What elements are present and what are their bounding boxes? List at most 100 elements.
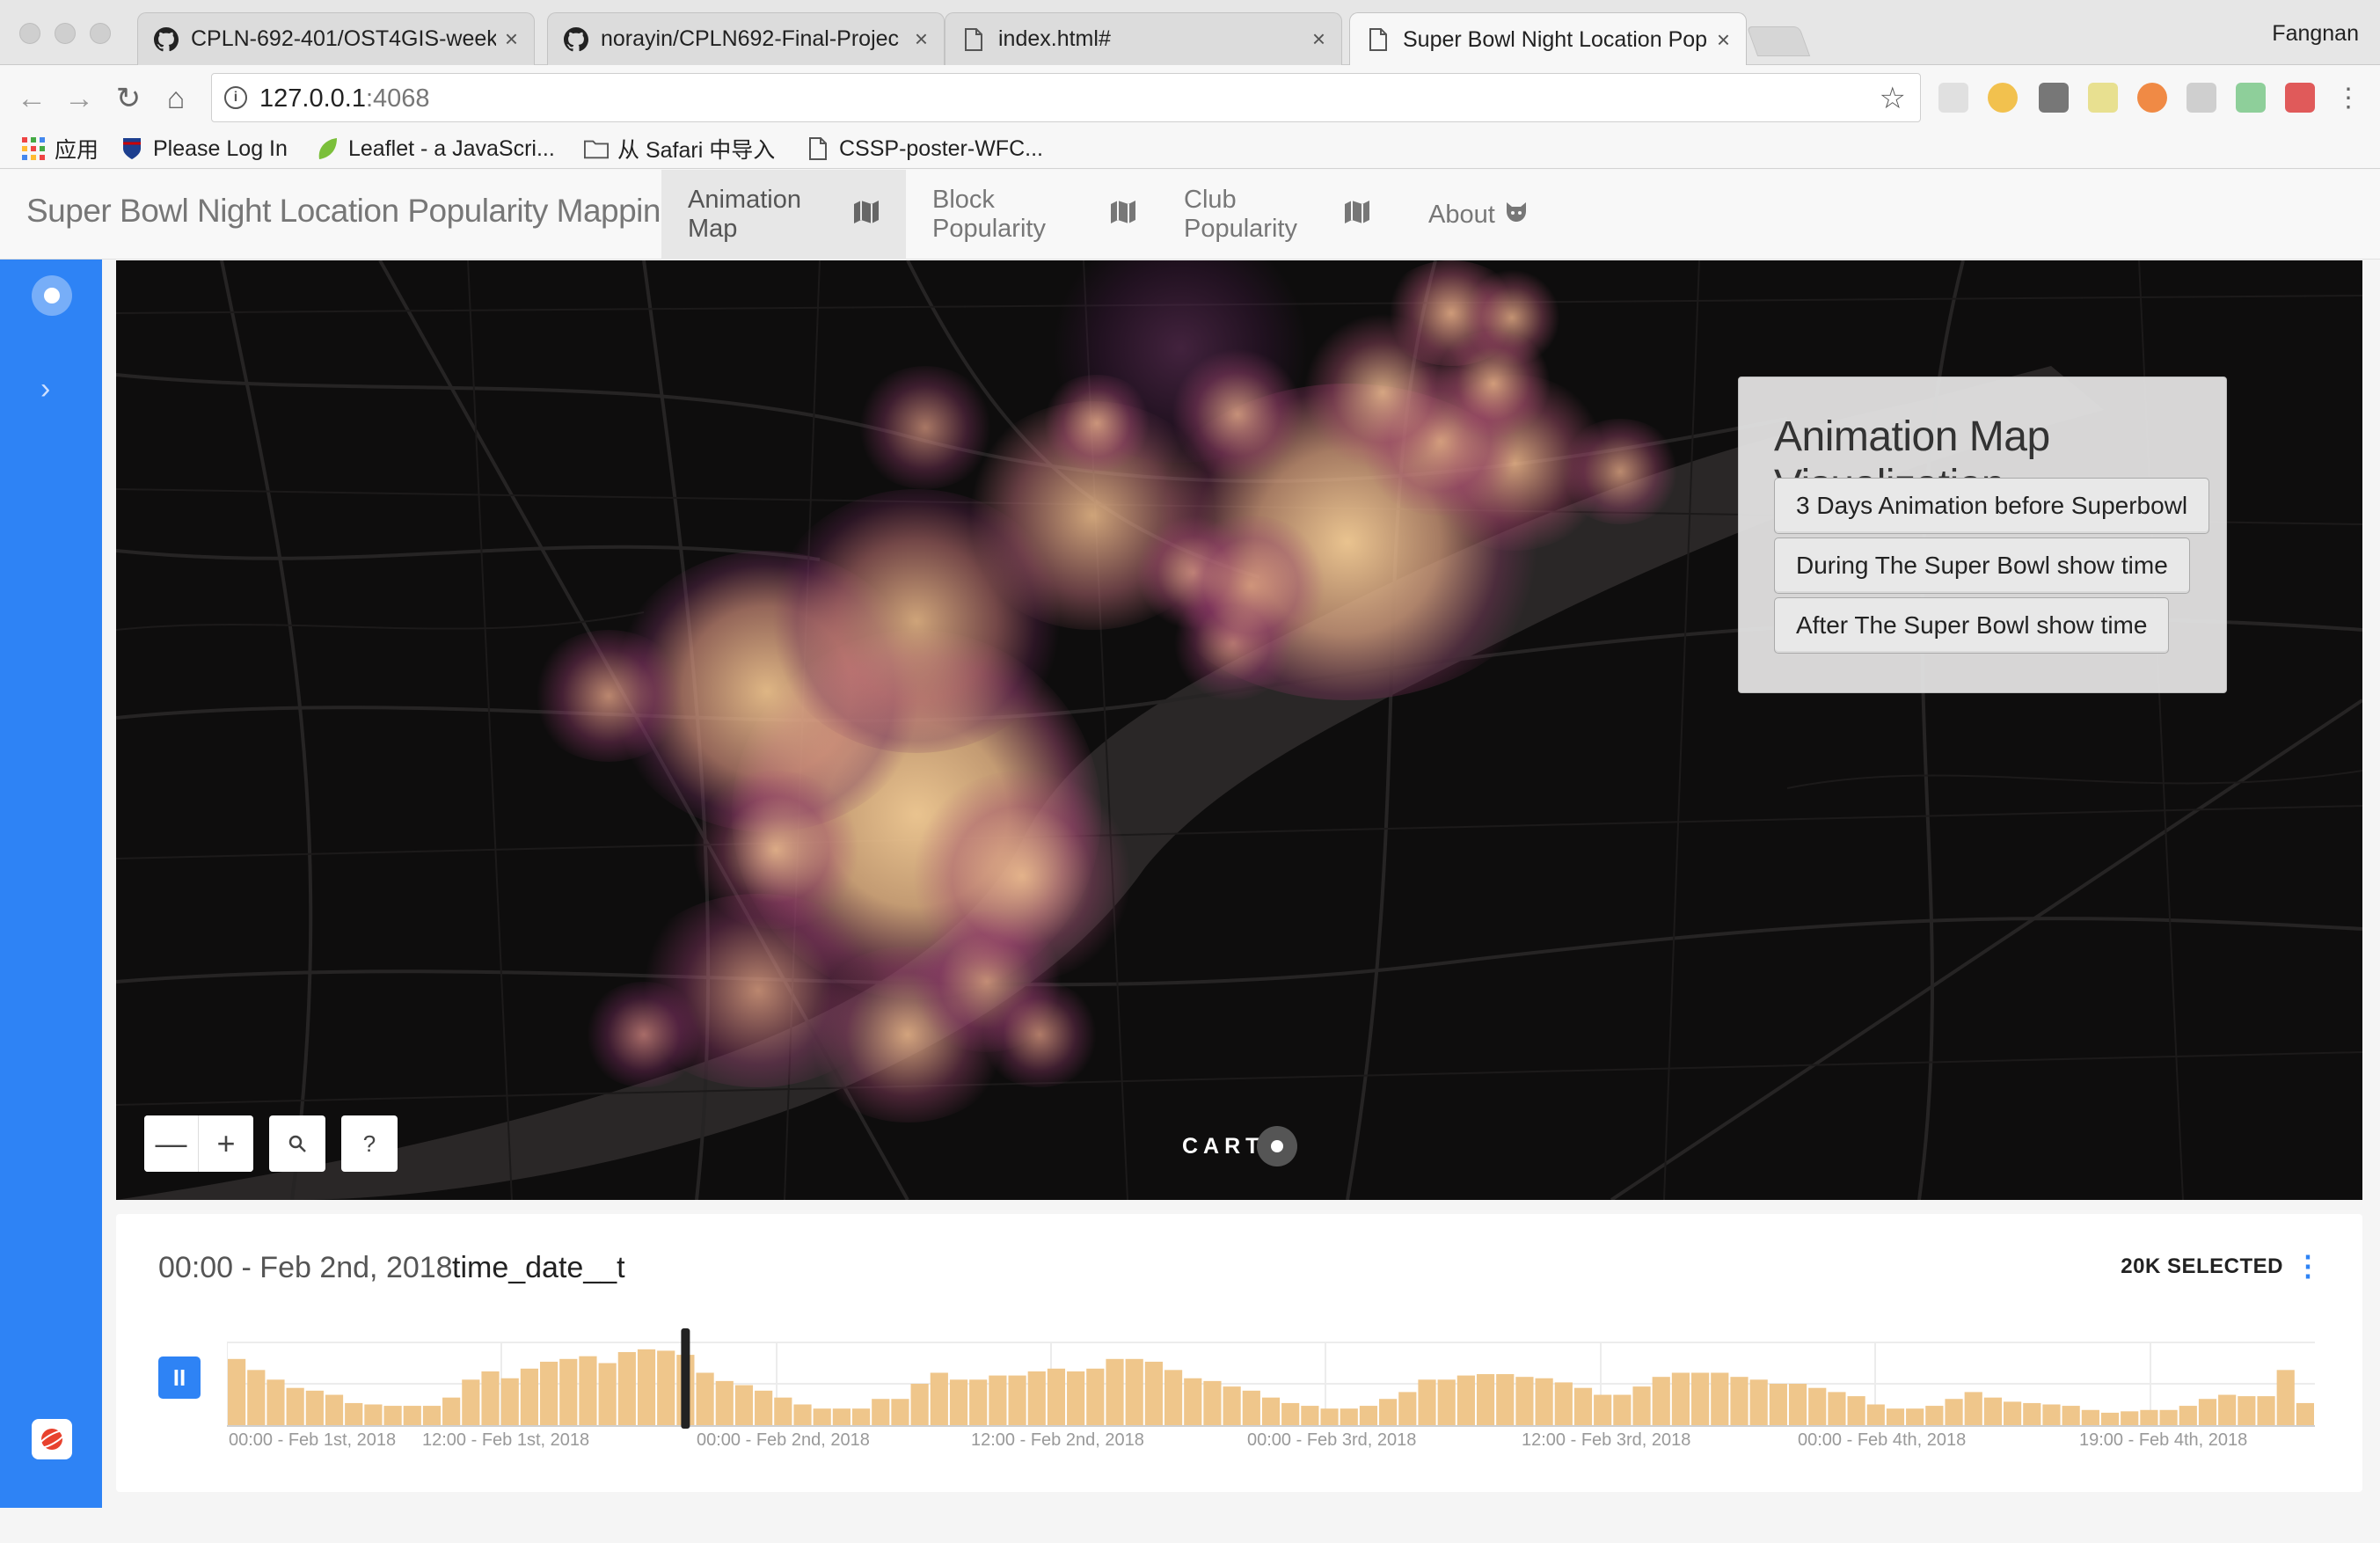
- histogram-bar[interactable]: [2159, 1409, 2178, 1425]
- histogram-bar[interactable]: [930, 1372, 948, 1425]
- histogram-bar[interactable]: [1730, 1377, 1748, 1425]
- histogram-bar[interactable]: [266, 1379, 285, 1425]
- histogram-bar[interactable]: [637, 1349, 656, 1425]
- browser-tab[interactable]: index.html# ×: [945, 12, 1342, 65]
- histogram-bar[interactable]: [872, 1399, 890, 1425]
- histogram-bar[interactable]: [1047, 1368, 1066, 1425]
- histogram-bar[interactable]: [2198, 1399, 2217, 1425]
- histogram-bar[interactable]: [2081, 1409, 2099, 1425]
- bookmark-item[interactable]: 从 Safari 中导入: [584, 132, 775, 165]
- extension-icon[interactable]: [2039, 83, 2069, 113]
- histogram-bar[interactable]: [1652, 1377, 1670, 1425]
- histogram-bar[interactable]: [1554, 1382, 1573, 1425]
- histogram-bar[interactable]: [1886, 1408, 1905, 1425]
- histogram-bar[interactable]: [1613, 1394, 1632, 1425]
- histogram-bar[interactable]: [422, 1406, 442, 1425]
- histogram-bar[interactable]: [1086, 1368, 1105, 1425]
- histogram-bar[interactable]: [617, 1351, 636, 1425]
- histogram-bar[interactable]: [1359, 1406, 1378, 1425]
- extension-icon[interactable]: [2285, 83, 2315, 113]
- histogram-bar[interactable]: [1828, 1392, 1846, 1425]
- site-info-icon[interactable]: i: [224, 86, 247, 109]
- bookmark-item[interactable]: CSSP-poster-WFC...: [806, 132, 1043, 165]
- histogram-bar[interactable]: [383, 1406, 402, 1425]
- forward-arrow-icon[interactable]: →: [62, 81, 97, 116]
- browser-menu-icon[interactable]: ⋮: [2331, 81, 2366, 116]
- histogram-bar[interactable]: [2004, 1401, 2022, 1425]
- address-bar[interactable]: i 127.0.0.1:4068 ☆: [211, 73, 1921, 122]
- histogram-bar[interactable]: [1515, 1377, 1534, 1425]
- back-arrow-icon[interactable]: ←: [14, 81, 49, 116]
- histogram-bar[interactable]: [364, 1404, 383, 1426]
- histogram-bar[interactable]: [2276, 1370, 2295, 1425]
- histogram-bar[interactable]: [1691, 1372, 1710, 1425]
- histogram-bar[interactable]: [1866, 1404, 1885, 1426]
- histogram-bar[interactable]: [1340, 1408, 1358, 1425]
- animation-map[interactable]: Animation Map Visualization 3 Days Anima…: [116, 260, 2362, 1200]
- histogram-bar[interactable]: [2062, 1406, 2080, 1425]
- map-search-button[interactable]: [269, 1115, 325, 1172]
- histogram-bar[interactable]: [851, 1408, 871, 1425]
- histogram-bar[interactable]: [2218, 1394, 2237, 1425]
- carto-attribution[interactable]: CART: [1182, 1126, 1298, 1166]
- histogram-bar[interactable]: [1945, 1399, 1963, 1425]
- histogram-bar[interactable]: [1456, 1375, 1475, 1425]
- histogram-bar[interactable]: [755, 1390, 773, 1425]
- histogram-bar[interactable]: [1106, 1358, 1124, 1425]
- histogram-bar[interactable]: [1983, 1397, 2003, 1425]
- layer-dot-icon[interactable]: [32, 275, 72, 316]
- bookmark-star-icon[interactable]: ☆: [1880, 81, 1906, 116]
- histogram-bar[interactable]: [1632, 1386, 1651, 1425]
- histogram-bar[interactable]: [559, 1358, 578, 1425]
- extension-icon[interactable]: [1988, 83, 2018, 113]
- window-zoom-button[interactable]: [90, 23, 111, 44]
- histogram-bar[interactable]: [1964, 1392, 1982, 1425]
- browser-tab-active[interactable]: Super Bowl Night Location Pop ×: [1349, 12, 1747, 66]
- tab-close-icon[interactable]: ×: [1717, 26, 1730, 54]
- histogram-bar[interactable]: [1223, 1386, 1241, 1425]
- histogram-bar[interactable]: [715, 1380, 734, 1425]
- histogram-bar[interactable]: [774, 1397, 792, 1425]
- histogram-bar[interactable]: [247, 1370, 266, 1425]
- histogram-bar[interactable]: [481, 1371, 500, 1425]
- browser-tab[interactable]: CPLN-692-401/OST4GIS-week ×: [137, 12, 535, 65]
- bookmark-item[interactable]: Please Log In: [120, 132, 288, 165]
- histogram-bar[interactable]: [1398, 1392, 1417, 1425]
- carto-logo-icon[interactable]: [32, 1419, 72, 1459]
- histogram-bar[interactable]: [403, 1406, 421, 1425]
- histogram-bar[interactable]: [1281, 1402, 1300, 1425]
- new-tab-button[interactable]: [1746, 26, 1811, 56]
- histogram-bar[interactable]: [2121, 1411, 2139, 1425]
- histogram-bar[interactable]: [832, 1408, 851, 1425]
- reload-icon[interactable]: ↻: [111, 81, 146, 116]
- extension-icon[interactable]: [2236, 83, 2266, 113]
- widget-options-icon[interactable]: ⋮: [2294, 1249, 2322, 1283]
- nav-about[interactable]: About: [1402, 170, 1551, 260]
- histogram-bar[interactable]: [345, 1402, 363, 1425]
- pause-button[interactable]: II: [158, 1357, 201, 1399]
- histogram-bar[interactable]: [2296, 1402, 2314, 1425]
- histogram-bar[interactable]: [1184, 1378, 1202, 1425]
- extension-icon[interactable]: [2187, 83, 2216, 113]
- histogram-bar[interactable]: [1925, 1406, 1944, 1425]
- histogram-bar[interactable]: [793, 1404, 812, 1426]
- extension-icon[interactable]: [1938, 83, 1968, 113]
- histogram-bar[interactable]: [1671, 1372, 1690, 1425]
- histogram-bar[interactable]: [2023, 1402, 2041, 1425]
- histogram-bar[interactable]: [1379, 1399, 1398, 1425]
- histogram-bar[interactable]: [734, 1385, 754, 1425]
- histogram-bar[interactable]: [891, 1399, 909, 1425]
- extension-icon[interactable]: [2137, 83, 2167, 113]
- histogram-bar[interactable]: [1164, 1370, 1183, 1425]
- histogram-bar[interactable]: [1788, 1384, 1807, 1425]
- histogram-bar[interactable]: [1027, 1371, 1046, 1425]
- histogram-bar[interactable]: [1261, 1397, 1281, 1425]
- browser-tab[interactable]: norayin/CPLN692-Final-Projec ×: [547, 12, 945, 65]
- histogram-bar[interactable]: [1437, 1379, 1456, 1425]
- histogram-bar[interactable]: [1847, 1396, 1865, 1425]
- histogram-bar[interactable]: [520, 1368, 538, 1425]
- histogram-bar[interactable]: [1067, 1371, 1085, 1425]
- histogram-bar[interactable]: [1418, 1379, 1436, 1425]
- histogram-bar[interactable]: [969, 1379, 988, 1425]
- nav-block-popularity[interactable]: Block Popularity: [906, 170, 1163, 260]
